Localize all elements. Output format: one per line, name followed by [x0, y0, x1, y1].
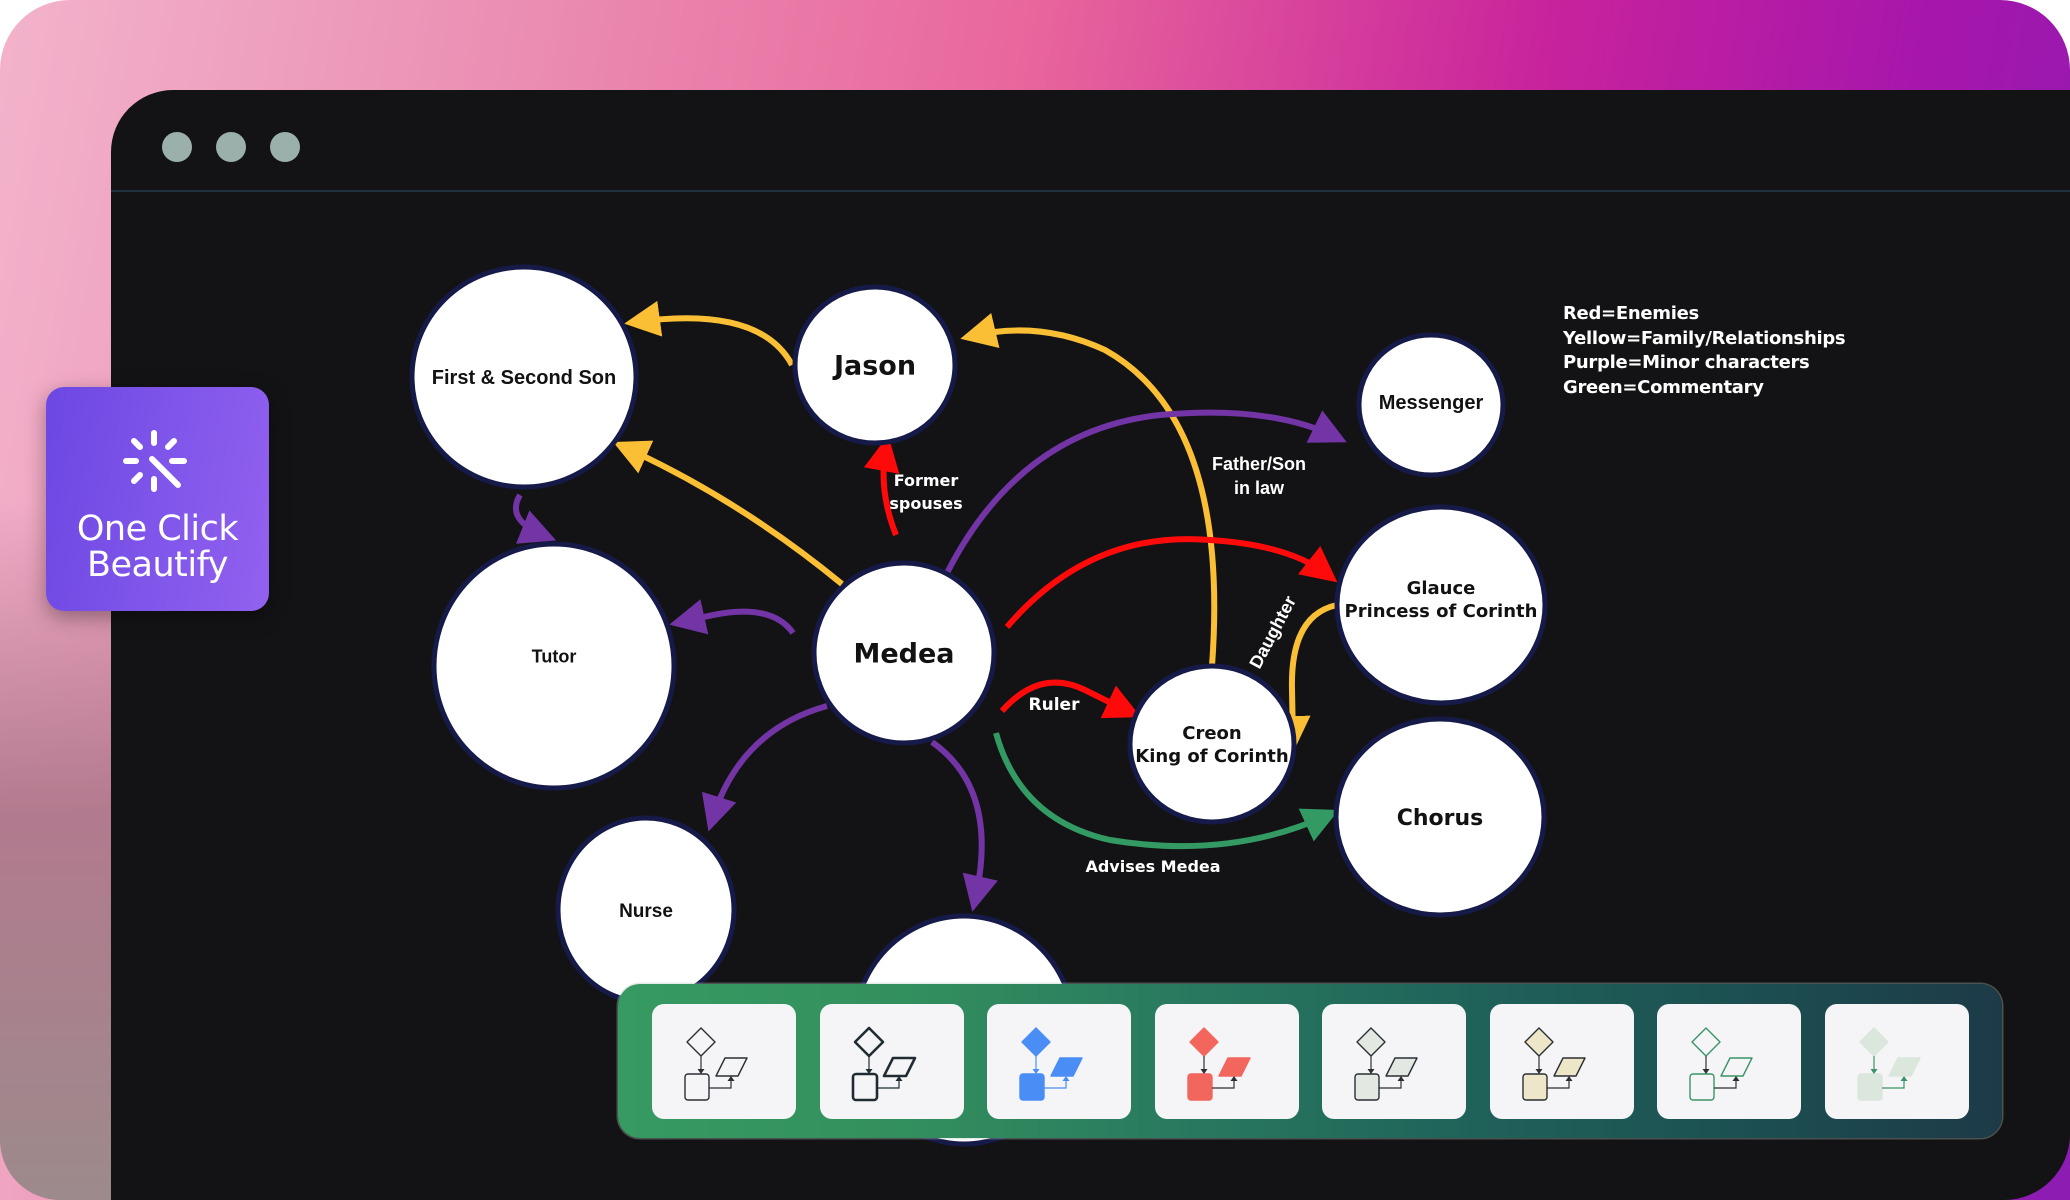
edge-label-text: spouses	[889, 494, 962, 513]
theme-card-gray-filled[interactable]	[1322, 1004, 1466, 1119]
edge-label-text: Father/Son	[1212, 454, 1306, 474]
node-label-tutor: Tutor	[532, 646, 577, 666]
legend-line-commentary: Green=Commentary	[1563, 376, 1764, 398]
edge-label-medea-creon: Ruler	[1029, 695, 1081, 715]
flowchart-preview-icon	[1186, 1027, 1251, 1101]
color-legend: Red=Enemies Yellow=Family/Relationships …	[1563, 302, 1846, 400]
edge-medea-hidden[interactable]	[930, 739, 998, 912]
node-tutor[interactable]: Tutor	[431, 541, 677, 791]
edge-label-medea-jason: Former spouses	[889, 471, 962, 513]
theme-card-blue-filled[interactable]	[987, 1004, 1131, 1119]
edge-label-text: Advises Medea	[1085, 857, 1220, 876]
node-medea[interactable]: Medea	[811, 560, 997, 746]
flowchart-preview-icon	[1354, 1027, 1418, 1101]
flowchart-preview-icon	[1019, 1027, 1083, 1101]
node-label-chorus: Chorus	[1397, 806, 1484, 831]
node-son[interactable]: First & Second Son	[409, 264, 639, 490]
edge-medea-jason[interactable]	[863, 435, 900, 537]
theme-style-strip	[618, 984, 2002, 1138]
edge-label-text: in law	[1234, 478, 1285, 498]
beautify-label-line1: One Click	[76, 509, 239, 549]
edge-son-tutor[interactable]	[513, 493, 557, 544]
node-label-glauce: Glauce	[1407, 578, 1476, 599]
edge-label-text: Former	[894, 471, 959, 490]
one-click-beautify-button[interactable]: One Click Beautify	[46, 387, 269, 611]
flowchart-preview-icon	[1856, 1027, 1921, 1101]
magic-wand-sparkle-icon	[123, 430, 187, 492]
flowchart-preview-icon	[684, 1027, 748, 1101]
theme-card-beige-filled[interactable]	[1489, 1004, 1634, 1119]
legend-line-family: Yellow=Family/Relationships	[1563, 327, 1846, 349]
node-label-creon: Creon	[1182, 723, 1241, 744]
theme-card-outline-bold[interactable]	[819, 1004, 964, 1119]
theme-card-red-filled[interactable]	[1154, 1004, 1299, 1119]
node-label-nurse: Nurse	[619, 901, 673, 922]
beautify-label-line2: Beautify	[86, 545, 229, 585]
node-jason[interactable]: Jason	[792, 284, 958, 446]
theme-card-mint-soft[interactable]	[1824, 1004, 1969, 1119]
flowchart-preview-icon	[851, 1026, 916, 1102]
edge-glauce-creon[interactable]	[1274, 602, 1338, 752]
edge-creon-jason[interactable]	[960, 312, 1218, 667]
node-label-medea: Medea	[853, 639, 954, 670]
node-label-messenger: Messenger	[1379, 392, 1484, 414]
legend-line-minor: Purple=Minor characters	[1563, 352, 1810, 373]
edge-medea-son[interactable]	[613, 440, 844, 587]
node-label-glauce: Princess of Corinth	[1345, 601, 1538, 622]
edge-medea-nurse[interactable]	[701, 703, 828, 832]
theme-card-outline-thin[interactable]	[652, 1004, 796, 1119]
legend-line-enemies: Red=Enemies	[1563, 303, 1699, 324]
node-messenger[interactable]: Messenger	[1356, 332, 1506, 478]
node-glauce[interactable]: GlaucePrincess of Corinth	[1334, 504, 1548, 706]
node-label-creon: King of Corinth	[1135, 746, 1288, 767]
node-nurse[interactable]: Nurse	[555, 815, 737, 1005]
node-label-son: First & Second Son	[432, 367, 616, 389]
flowchart-preview-icon	[1521, 1027, 1586, 1101]
flowchart-preview-icon	[1689, 1027, 1753, 1101]
edge-label-creon-jason: Father/Son in law	[1212, 454, 1306, 498]
node-chorus[interactable]: Chorus	[1333, 716, 1547, 918]
node-label-jason: Jason	[832, 351, 916, 382]
edge-label-medea-chorus: Advises Medea	[1085, 857, 1220, 876]
theme-card-green-outline[interactable]	[1657, 1004, 1801, 1119]
node-creon[interactable]: CreonKing of Corinth	[1127, 663, 1297, 825]
edge-medea-tutor[interactable]	[669, 599, 796, 635]
edge-jason-son[interactable]	[624, 300, 795, 367]
edge-label-text: Ruler	[1029, 695, 1081, 715]
node-shape-creon[interactable]	[1127, 663, 1297, 825]
